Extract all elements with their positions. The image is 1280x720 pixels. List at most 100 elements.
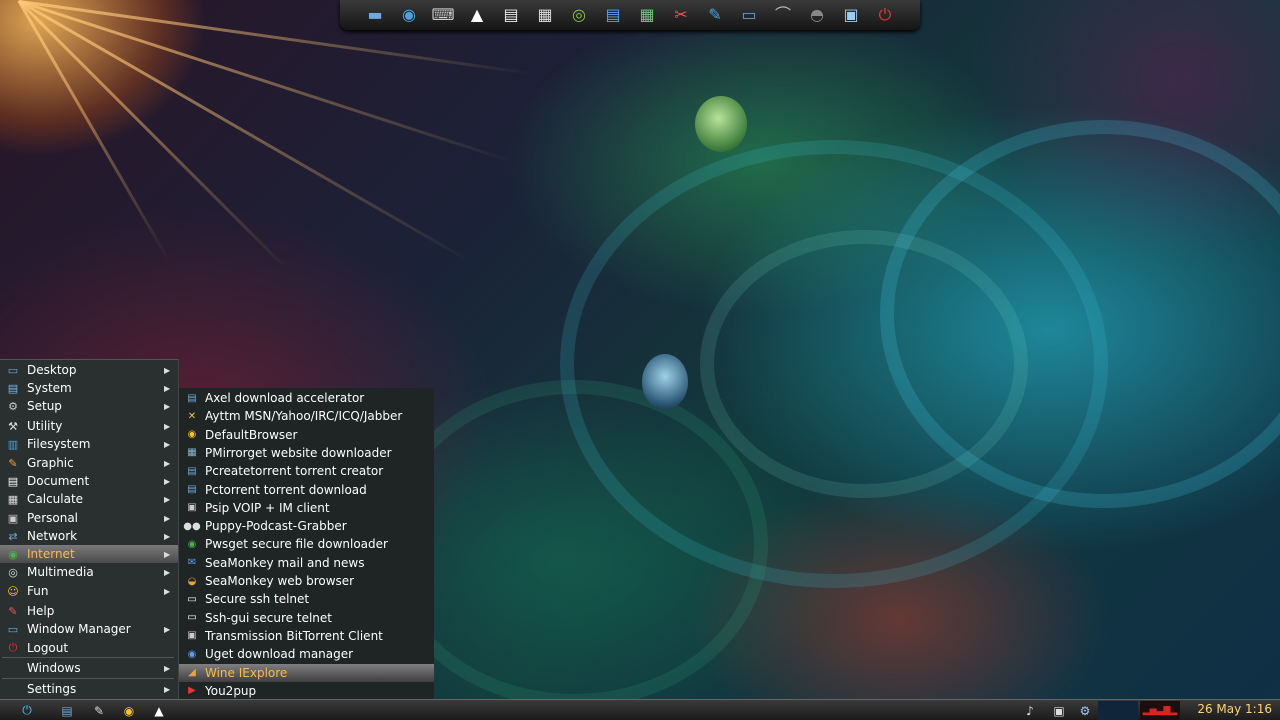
clock[interactable]: 26 May 1:16 (1197, 702, 1272, 716)
folder-icon[interactable]: ▬ (360, 3, 390, 27)
clapperboard-icon[interactable]: ▦ (530, 3, 560, 27)
submenu-item[interactable]: ▤ Pctorrent torrent download (179, 481, 434, 499)
taskbar: ⏻ ▤ ✎ ◉ ▲ ♪ ▣ ⚙ ▂▅▃▇▂ 26 May 1:16 (0, 699, 1280, 720)
menu-item-label: Internet (27, 547, 75, 561)
monitor-icon[interactable]: ▤ (54, 701, 80, 720)
scanner-icon[interactable]: ▤ (598, 3, 628, 27)
submenu-item[interactable]: ◒ SeaMonkey web browser (179, 572, 434, 590)
submenu-item[interactable]: ▭ Secure ssh telnet (179, 590, 434, 608)
menu-item-label: Utility (27, 419, 63, 433)
internet-icon: ◉ (8, 547, 18, 561)
menu-item-settings[interactable]: Settings ▶ (0, 680, 178, 698)
menu-item-setup[interactable]: ⚙ Setup ▶ (0, 397, 178, 415)
personal-icon: ▣ (7, 511, 19, 525)
transmission-icon: ▣ (187, 630, 197, 642)
submenu-item[interactable]: ◉ Uget download manager (179, 645, 434, 663)
activity-graph: ▂▅▃▇▂ (1140, 701, 1180, 720)
submenu-item[interactable]: ▣ Transmission BitTorrent Client (179, 627, 434, 645)
penguin-icon[interactable]: ▲ (462, 3, 492, 27)
menu-item-personal[interactable]: ▣ Personal ▶ (0, 509, 178, 527)
editor-icon[interactable]: ✎ (700, 3, 730, 27)
submenu-item[interactable]: ▤ Axel download accelerator (179, 389, 434, 407)
menu-item-label: Setup (27, 399, 62, 413)
submenu-item-label: Pwsget secure file downloader (205, 537, 388, 552)
submenu-item[interactable]: ◉ DefaultBrowser (179, 426, 434, 444)
podcast-icon: ●● (183, 520, 201, 532)
menu-item-label: Help (27, 604, 55, 618)
menu-item-label: Fun (27, 584, 49, 598)
submenu-arrow-icon: ▶ (164, 421, 171, 431)
menu-item-multimedia[interactable]: ◎ Multimedia ▶ (0, 563, 178, 581)
psip-icon: ▣ (187, 502, 197, 514)
penguin-icon[interactable]: ▲ (146, 701, 172, 720)
satellite-dish-icon[interactable]: ⌒ (768, 3, 798, 27)
lock-icon[interactable]: ▣ (836, 3, 866, 27)
spreadsheet-icon[interactable]: ▦ (632, 3, 662, 27)
menu-item-help[interactable]: ✎ Help (0, 602, 178, 620)
submenu-arrow-icon: ▶ (164, 586, 171, 596)
submenu-item-label: Pcreatetorrent torrent creator (205, 464, 384, 479)
menu-item-internet[interactable]: ◉ Internet ▶ (0, 545, 178, 563)
you2pup-icon: ▶ (188, 685, 196, 697)
power-icon[interactable]: ⏻ (870, 3, 900, 27)
menu-item-logout[interactable]: ⏻ Logout (0, 639, 178, 657)
menu-item-windows[interactable]: Windows ▶ (0, 659, 178, 677)
keyboard-icon[interactable]: ⌨ (428, 3, 458, 27)
network-tray-icon[interactable]: ⚙ (1074, 701, 1096, 720)
eye-icon[interactable]: ◎ (564, 3, 594, 27)
menu-item-label: Network (27, 529, 78, 543)
menu-item-window-manager[interactable]: ▭ Window Manager ▶ (0, 620, 178, 638)
menu-item-system[interactable]: ▤ System ▶ (0, 379, 178, 397)
submenu-item[interactable]: ✉ SeaMonkey mail and news (179, 554, 434, 572)
submenu-item[interactable]: ◉ Pwsget secure file downloader (179, 535, 434, 553)
seamonkey-icon: ◒ (187, 575, 197, 587)
menu-item-label: Calculate (27, 492, 84, 506)
submenu-arrow-icon: ▶ (164, 531, 171, 541)
document-icon[interactable]: ▤ (496, 3, 526, 27)
fun-icon: ☺ (7, 584, 19, 598)
submenu-item[interactable]: ▶ You2pup (179, 682, 434, 700)
browser-icon: ◉ (187, 429, 197, 441)
ssh-gui-icon: ▭ (187, 612, 197, 624)
notes-icon[interactable]: ▣ (1048, 701, 1070, 720)
menu-item-label: Window Manager (27, 622, 131, 636)
pen-icon[interactable]: ✎ (86, 701, 112, 720)
submenu-item[interactable]: ▣ Psip VOIP + IM client (179, 499, 434, 517)
pcreatetorrent-icon: ▤ (187, 465, 197, 477)
submenu-item-label: Wine IExplore (205, 665, 288, 680)
submenu-arrow-icon: ▶ (164, 458, 171, 468)
menu-item-desktop[interactable]: ▭ Desktop ▶ (0, 361, 178, 379)
wine-icon: ◢ (188, 667, 196, 678)
submenu-item[interactable]: ▤ Pcreatetorrent torrent creator (179, 462, 434, 480)
submenu-item-label: Secure ssh telnet (205, 592, 310, 607)
pwsget-icon: ◉ (187, 538, 197, 550)
submenu-arrow-icon: ▶ (164, 439, 171, 449)
slides-icon[interactable]: ▭ (734, 3, 764, 27)
calculate-icon: ▦ (7, 492, 19, 506)
globe-icon[interactable]: ◉ (394, 3, 424, 27)
submenu-item[interactable]: ✕ Ayttm MSN/Yahoo/IRC/ICQ/Jabber (179, 407, 434, 425)
menu-item-graphic[interactable]: ✎ Graphic ▶ (0, 454, 178, 472)
menu-power-icon[interactable]: ⏻ (14, 701, 40, 720)
submenu-item[interactable]: ▦ PMirrorget website downloader (179, 444, 434, 462)
menu-item-fun[interactable]: ☺ Fun ▶ (0, 582, 178, 600)
system-icon: ▤ (7, 381, 19, 395)
submenu-item[interactable]: ◢ Wine IExplore (179, 663, 434, 682)
menu-item-document[interactable]: ▤ Document ▶ (0, 472, 178, 490)
submenu-item[interactable]: ●● Puppy-Podcast-Grabber (179, 517, 434, 535)
submenu-arrow-icon: ▶ (164, 365, 171, 375)
owl-decoration-small (642, 354, 688, 410)
menu-item-utility[interactable]: ⚒ Utility ▶ (0, 417, 178, 435)
ssh-icon: ▭ (187, 593, 197, 605)
menu-item-calculate[interactable]: ▦ Calculate ▶ (0, 490, 178, 508)
globe-icon[interactable]: ◉ (116, 701, 142, 720)
tools-icon[interactable]: ✂ (666, 3, 696, 27)
menu-item-network[interactable]: ⇄ Network ▶ (0, 527, 178, 545)
volume-icon[interactable]: ♪ (1018, 701, 1042, 720)
submenu-item[interactable]: ▭ Ssh-gui secure telnet (179, 609, 434, 627)
menu-item-label: Desktop (27, 363, 77, 377)
submenu-arrow-icon: ▶ (164, 513, 171, 523)
menu-item-label: Windows (27, 661, 81, 675)
menu-item-filesystem[interactable]: ▥ Filesystem ▶ (0, 435, 178, 453)
hat-icon[interactable]: ◓ (802, 3, 832, 27)
